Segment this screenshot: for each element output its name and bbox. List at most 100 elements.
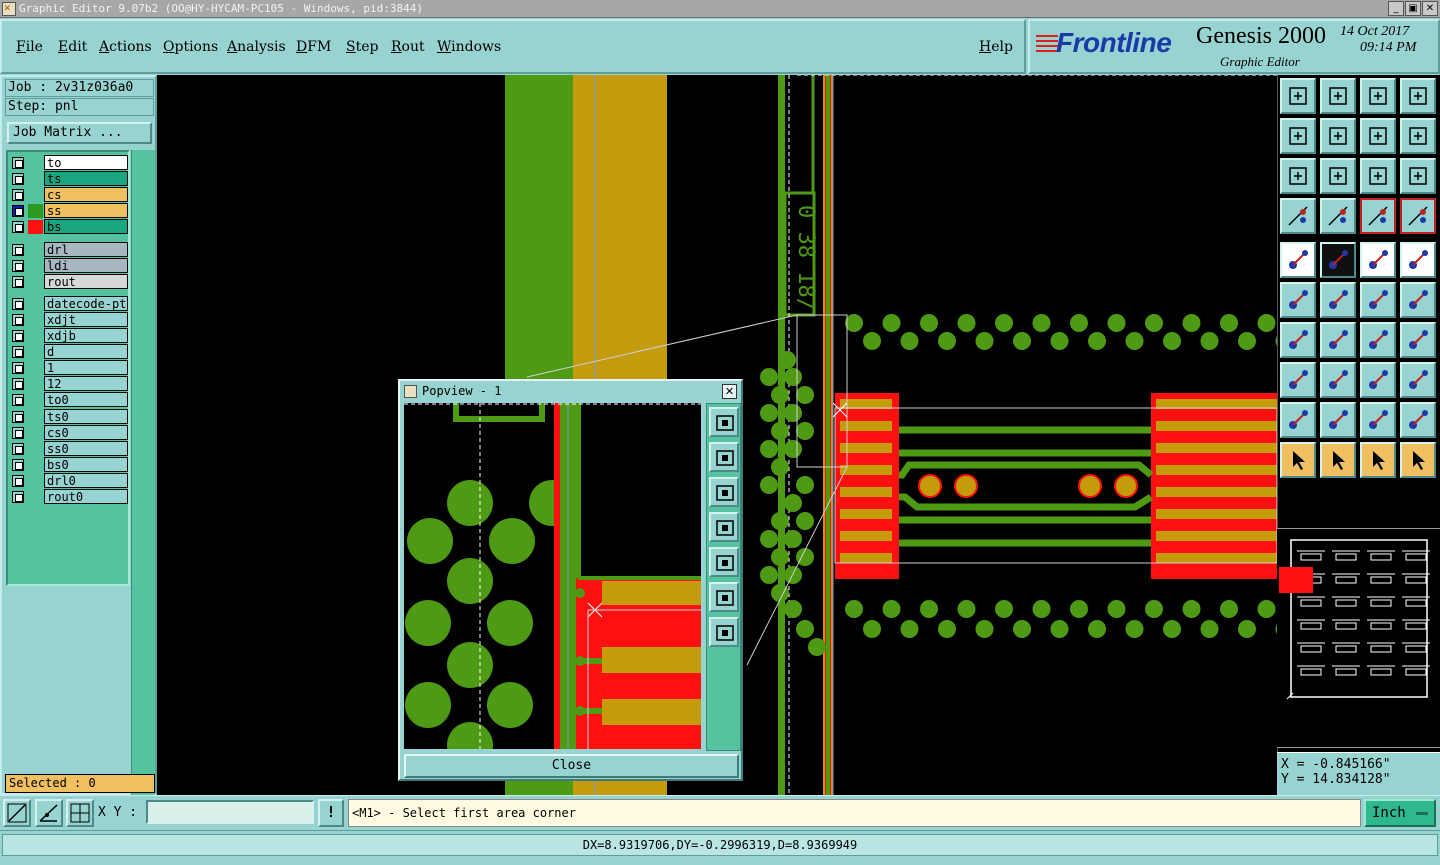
layer-row[interactable]: bs [10, 219, 128, 235]
layer-row[interactable]: ts [10, 171, 128, 187]
connect-button[interactable] [1280, 282, 1316, 318]
maximize-button[interactable]: ▣ [1405, 1, 1421, 16]
menu-edit[interactable]: Edit [58, 39, 87, 55]
popview-close-icon[interactable]: ✕ [722, 384, 737, 399]
zoom-home-button[interactable] [1280, 78, 1316, 114]
layer-name[interactable]: datecode-ptc [44, 295, 128, 311]
layer-visibility-checkbox[interactable] [12, 189, 24, 202]
layer-row[interactable]: ldi [10, 257, 128, 273]
menu-step[interactable]: Step [346, 39, 378, 55]
layer-visibility-checkbox[interactable] [12, 205, 24, 218]
units-select[interactable]: Inch [1364, 799, 1436, 827]
app-icon[interactable] [2, 1, 16, 16]
layer-name[interactable]: cs [44, 187, 128, 203]
layer-visibility-checkbox[interactable] [12, 330, 24, 342]
snap-mode-button[interactable] [3, 799, 31, 827]
grid-toggle-button[interactable] [66, 799, 94, 827]
cut-line-button[interactable] [1320, 362, 1356, 398]
layer-name[interactable]: to [44, 155, 128, 170]
layer-visibility-checkbox[interactable] [12, 346, 24, 359]
net-highlight-alt-button[interactable] [1400, 198, 1436, 234]
layer-name[interactable]: drl [44, 241, 128, 257]
pop-move-down-button[interactable] [709, 477, 739, 507]
xy-input[interactable] [146, 800, 314, 824]
layer-row[interactable]: to0 [10, 392, 128, 408]
layer-row[interactable]: rout0 [10, 489, 128, 504]
menu-dfm[interactable]: DFM [296, 39, 331, 55]
line-button[interactable] [1360, 282, 1396, 318]
layer-visibility-checkbox[interactable] [12, 474, 24, 487]
layer-visibility-checkbox[interactable] [12, 173, 24, 186]
layer-name[interactable]: 1 [44, 360, 128, 376]
layer-row[interactable]: 12 [10, 376, 128, 392]
layer-name[interactable]: rout [44, 273, 128, 289]
popview-close-button[interactable]: Close [404, 754, 739, 778]
layer-row[interactable]: xdjb [10, 328, 128, 343]
home-button[interactable] [1360, 78, 1396, 114]
pointer-button[interactable] [1280, 442, 1316, 478]
net-highlight-button[interactable] [1360, 198, 1396, 234]
layer-row[interactable]: to [10, 155, 128, 170]
layer-visibility-checkbox[interactable] [12, 394, 24, 407]
node-add-button[interactable] [1280, 362, 1316, 398]
shape-button[interactable] [1320, 242, 1356, 278]
cluster-button[interactable] [1400, 362, 1436, 398]
layer-visibility-checkbox[interactable] [12, 221, 24, 234]
menu-options[interactable]: Options [163, 39, 218, 55]
layer-row[interactable]: drl [10, 241, 128, 257]
layer-row[interactable]: rout [10, 273, 128, 289]
layer-visibility-checkbox[interactable] [12, 297, 24, 310]
layer-row[interactable]: bs0 [10, 456, 128, 472]
layer-row[interactable]: ss [10, 203, 128, 219]
layer-visibility-checkbox[interactable] [12, 313, 24, 326]
layer-name[interactable]: drl0 [44, 472, 128, 488]
zoom-fit-button[interactable] [1280, 158, 1316, 194]
dimension-button[interactable] [1360, 362, 1396, 398]
layer-name[interactable]: 12 [44, 376, 128, 392]
pointer-pick-button[interactable] [1360, 442, 1396, 478]
layer-name[interactable]: ts [44, 171, 128, 187]
menu-file[interactable]: File [16, 39, 43, 55]
close-button[interactable]: ✕ [1422, 1, 1438, 16]
move-right-button[interactable] [1320, 118, 1356, 154]
menu-windows[interactable]: Windows [437, 39, 501, 55]
pop-move-up-button[interactable] [709, 442, 739, 472]
layer-name[interactable]: ss [44, 203, 128, 219]
pointer-alt-button[interactable] [1320, 442, 1356, 478]
layer-row[interactable]: ts0 [10, 408, 128, 424]
popview-titlebar[interactable]: Popview - 1 ✕ [402, 383, 739, 400]
layer-row[interactable]: xdjt [10, 311, 128, 327]
redraw-button[interactable] [1360, 118, 1396, 154]
fit-window-button[interactable] [1320, 78, 1356, 114]
layer-row[interactable]: 1 [10, 360, 128, 376]
pad-button[interactable] [1280, 242, 1316, 278]
grid-button[interactable] [1320, 198, 1356, 234]
popview-canvas[interactable] [404, 403, 701, 749]
layer-list-scrollbar[interactable] [131, 150, 155, 796]
measure-mode-button[interactable] [35, 799, 63, 827]
pop-zoom-button[interactable] [709, 407, 739, 437]
layer-visibility-checkbox[interactable] [12, 442, 24, 455]
layer-row[interactable]: drl0 [10, 472, 128, 488]
arc-button[interactable] [1360, 322, 1396, 358]
layer-visibility-checkbox[interactable] [12, 157, 24, 169]
exclamation-button[interactable]: ! [318, 799, 344, 827]
scale-1-2-button[interactable] [1360, 158, 1396, 194]
layer-visibility-checkbox[interactable] [12, 243, 24, 256]
pointer-path-button[interactable] [1400, 442, 1436, 478]
layer-name[interactable]: bs [44, 219, 128, 235]
pop-center-button[interactable] [709, 617, 739, 647]
measure-button[interactable] [1280, 198, 1316, 234]
layer-visibility-checkbox[interactable] [12, 458, 24, 471]
menu-analysis[interactable]: Analysis [227, 39, 286, 55]
layer-row[interactable]: d [10, 344, 128, 360]
layer-visibility-checkbox[interactable] [12, 259, 24, 272]
line-alt-button[interactable] [1400, 282, 1436, 318]
delete-node-button[interactable] [1320, 282, 1356, 318]
layer-visibility-checkbox[interactable] [12, 410, 24, 423]
layer-visibility-checkbox[interactable] [12, 275, 24, 288]
pad-select-button[interactable] [1400, 242, 1436, 278]
layer-name[interactable]: cs0 [44, 424, 128, 440]
layer-row[interactable]: datecode-ptc [10, 295, 128, 311]
layer-row[interactable]: ss0 [10, 440, 128, 456]
